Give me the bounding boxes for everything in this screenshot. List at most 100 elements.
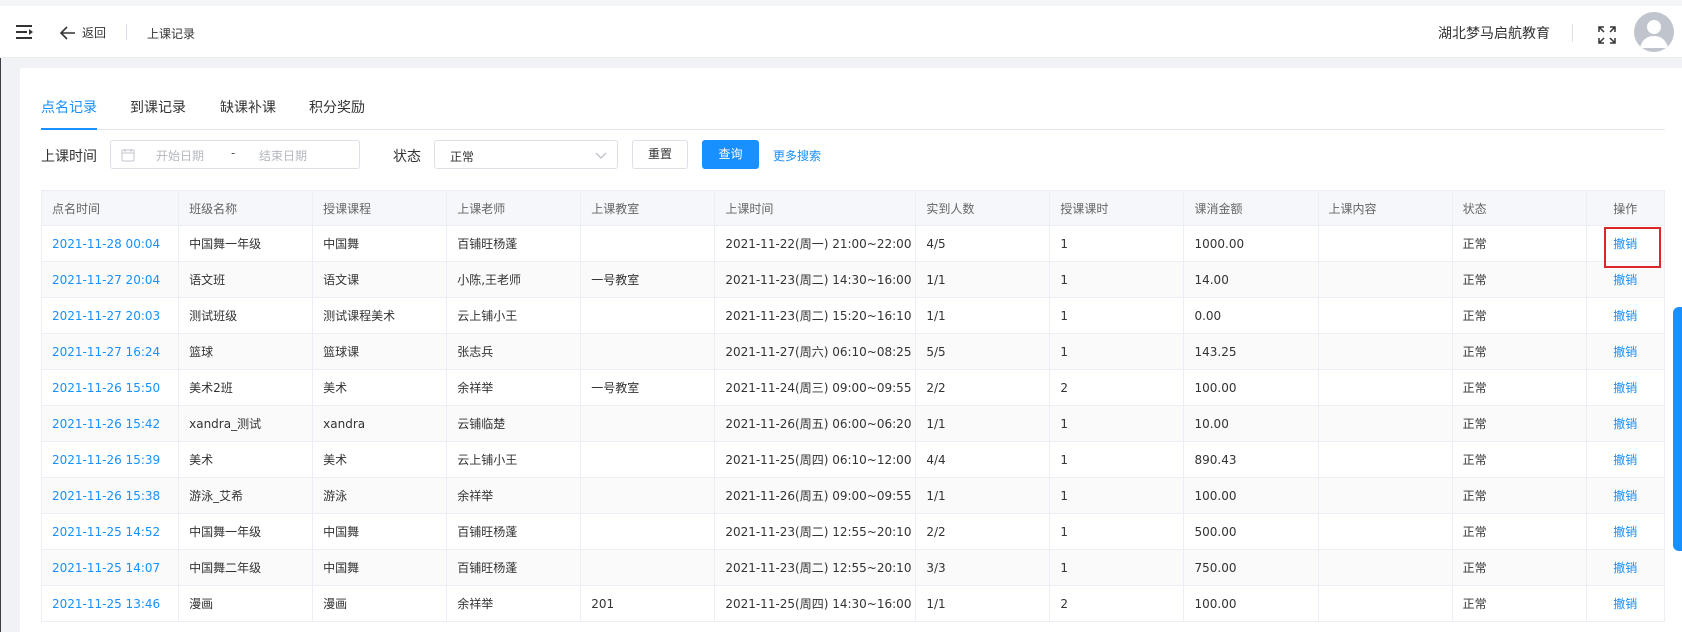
range-separator: - [231,146,236,160]
time-label: 上课时间 [41,149,97,165]
revoke-button[interactable]: 撤销 [1613,561,1637,575]
table-cell: 测试班级 [178,297,314,334]
fullscreen-icon[interactable] [1598,26,1616,44]
table-cell [1317,261,1453,298]
table-cell: 一号教室 [580,261,716,298]
table-cell: 余祥举 [446,477,582,514]
tab-points[interactable]: 积分奖励 [309,98,365,130]
avatar-user-icon[interactable] [1634,12,1674,52]
rollcall-time-link[interactable]: 2021-11-27 20:03 [40,297,180,334]
date-range-picker[interactable]: 开始日期 - 结束日期 [110,140,360,169]
table-cell: 百铺旺杨蓬 [446,513,582,550]
rollcall-time-link[interactable]: 2021-11-26 15:39 [40,441,180,478]
action-cell: 撤销 [1585,477,1666,514]
table-header-row: 点名时间 班级名称 授课课程 上课老师 上课教室 上课时间 实到人数 授课课时 … [40,190,1666,226]
table-cell: 0.00 [1183,297,1319,334]
table-cell: 100.00 [1183,585,1319,622]
divider [1572,24,1573,42]
table-cell: 100.00 [1183,369,1319,406]
table-cell [580,405,716,442]
rollcall-time-link[interactable]: 2021-11-26 15:42 [40,405,180,442]
table-cell: 890.43 [1183,441,1319,478]
table-cell: 中国舞一年级 [178,225,314,262]
action-cell: 撤销 [1585,585,1666,622]
filter-bar: 上课时间 开始日期 - 结束日期 状态 正常 重置 查询 更多搜索 [41,140,1665,170]
table-cell [1317,333,1453,370]
start-date-input[interactable]: 开始日期 [156,147,204,164]
tab-rollcall[interactable]: 点名记录 [41,98,97,130]
table-cell [1317,513,1453,550]
table-cell: 1 [1049,261,1185,298]
rollcall-time-link[interactable]: 2021-11-27 20:04 [40,261,180,298]
table-cell: 余祥举 [446,585,582,622]
table-row: 2021-11-27 20:04 语文班 语文课 小陈,王老师 一号教室 2021-11-… [40,261,1666,298]
revoke-button[interactable]: 撤销 [1613,309,1637,323]
table-cell: 1 [1049,513,1185,550]
table-cell [580,441,716,478]
more-search-link[interactable]: 更多搜索 [773,147,821,164]
table-cell: 1 [1049,549,1185,586]
rollcall-time-link[interactable]: 2021-11-26 15:50 [40,369,180,406]
table-cell: 正常 [1451,261,1587,298]
table-cell: 10.00 [1183,405,1319,442]
rollcall-time-link[interactable]: 2021-11-28 00:04 [40,225,180,262]
tab-active-indicator [41,128,97,130]
rollcall-time-link[interactable]: 2021-11-27 16:24 [40,333,180,370]
table-cell: 1/1 [915,297,1051,334]
revoke-button[interactable]: 撤销 [1613,417,1637,431]
back-button[interactable]: 返回 [60,24,106,41]
tab-makeup[interactable]: 缺课补课 [220,98,276,130]
table-cell: 1/1 [915,261,1051,298]
column-header[interactable]: 点名时间 [40,190,180,226]
revoke-button[interactable]: 撤销 [1613,345,1637,359]
table-cell: 143.25 [1183,333,1319,370]
table-cell: 测试课程美术 [312,297,448,334]
table-cell: 2 [1049,369,1185,406]
revoke-button[interactable]: 撤销 [1613,381,1637,395]
table-cell: 美术2班 [178,369,314,406]
tab-attendance[interactable]: 到课记录 [130,98,186,130]
back-label: 返回 [82,26,107,40]
revoke-button[interactable]: 撤销 [1613,273,1637,287]
action-cell: 撤销 [1585,405,1666,442]
table-cell: 201 [580,585,716,622]
column-header: 课消金额 [1183,190,1319,226]
table-cell: 中国舞 [312,513,448,550]
table-cell: 正常 [1451,585,1587,622]
scrollbar[interactable] [1673,307,1682,551]
table-cell: 2021-11-25(周四) 14:30~16:00 [714,585,917,622]
table-cell: 500.00 [1183,513,1319,550]
revoke-button[interactable]: 撤销 [1613,525,1637,539]
left-edge [0,58,1,632]
table-cell: 一号教室 [580,369,716,406]
table-row: 2021-11-26 15:38 游泳_艾希 游泳 余祥举 2021-11-26(周五)… [40,477,1666,514]
table-cell: 篮球课 [312,333,448,370]
rollcall-time-link[interactable]: 2021-11-26 15:38 [40,477,180,514]
revoke-button[interactable]: 撤销 [1613,453,1637,467]
reset-button[interactable]: 重置 [632,140,688,169]
rollcall-time-link[interactable]: 2021-11-25 14:07 [40,549,180,586]
breadcrumb: 上课记录 [147,27,196,41]
table-cell: 2021-11-23(周二) 12:55~20:10 [714,513,917,550]
table-cell: 1 [1049,333,1185,370]
table-cell: 百铺旺杨蓬 [446,549,582,586]
table-cell: 1/1 [915,477,1051,514]
column-header: 授课课时 [1049,190,1185,226]
column-header: 操作 [1585,190,1666,226]
table-cell: 14.00 [1183,261,1319,298]
table-cell: 漫画 [178,585,314,622]
table-cell [1317,297,1453,334]
revoke-button[interactable]: 撤销 [1613,489,1637,503]
revoke-button[interactable]: 撤销 [1613,597,1637,611]
table-cell: 1000.00 [1183,225,1319,262]
table-row: 2021-11-26 15:50 美术2班 美术 余祥举 一号教室 2021-11-24(… [40,369,1666,406]
table-row: 2021-11-27 16:24 篮球 篮球课 张志兵 2021-11-27(周六) 0… [40,333,1666,370]
table-cell [580,297,716,334]
table-cell: 云铺临楚 [446,405,582,442]
rollcall-time-link[interactable]: 2021-11-25 13:46 [40,585,180,622]
end-date-input[interactable]: 结束日期 [259,147,307,164]
menu-fold-icon[interactable] [16,24,34,40]
status-select[interactable]: 正常 [434,140,618,169]
rollcall-time-link[interactable]: 2021-11-25 14:52 [40,513,180,550]
query-button[interactable]: 查询 [702,140,759,169]
